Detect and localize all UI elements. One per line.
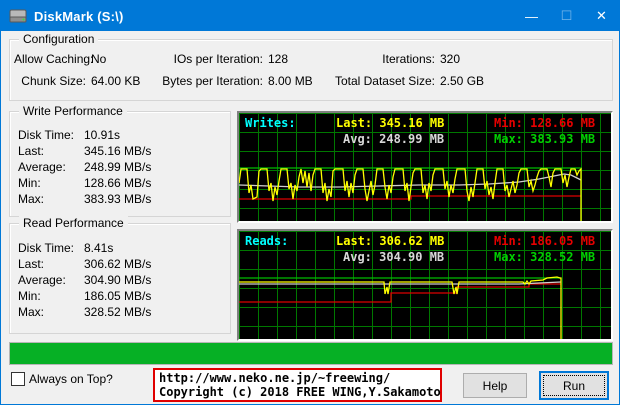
caption-buttons: — ☐ ✕ (514, 1, 619, 31)
write-graph-min: Min: 128.66 MB (494, 116, 596, 130)
config-label: IOs per Iteration: (173, 52, 263, 66)
config-value: 2.50 GB (440, 74, 485, 88)
configuration-legend: Configuration (19, 32, 99, 46)
config-label: Allow Caching: (14, 52, 94, 66)
row-label: Last: (18, 257, 45, 271)
row-label: Max: (18, 305, 45, 319)
config-label: Iterations: (382, 52, 435, 66)
row-label: Min: (18, 289, 41, 303)
config-bytes-per-iteration: Bytes per Iteration: 8.00 MB (133, 74, 312, 88)
always-on-top-checkbox[interactable]: Always on Top? (11, 372, 113, 386)
row-label: Disk Time: (18, 128, 75, 142)
config-allow-caching: Allow Caching:No (14, 52, 106, 66)
write-last-row: Last: 345.16 MB/s (18, 144, 151, 158)
config-iterations: Iterations: 320 (305, 52, 460, 66)
read-max-row: Max: 328.52 MB/s (18, 305, 151, 319)
row-value: 304.90 MB/s (84, 273, 152, 287)
config-value: 128 (268, 52, 289, 66)
write-performance-group: Write Performance Disk Time: 10.91s Last:… (9, 104, 231, 217)
read-graph-min: Min: 186.05 MB (494, 234, 596, 248)
copyright-line: Copyright (c) 2018 FREE WING,Y.Sakamoto (159, 385, 441, 399)
run-button[interactable]: Run (539, 371, 609, 400)
url-line: http://www.neko.ne.jp/~freewing/ (159, 371, 391, 385)
write-disk-time-row: Disk Time: 10.91s (18, 128, 120, 142)
row-label: Min: (18, 176, 41, 190)
write-graph: Writes: Last: 345.16 MB Min: 128.66 MB A… (237, 111, 613, 223)
row-value: 248.99 MB/s (84, 160, 152, 174)
row-value: 10.91s (84, 128, 121, 142)
config-ios-per-iteration: IOs per Iteration: 128 (133, 52, 288, 66)
config-value: No (91, 52, 107, 66)
progress-bar-fill (10, 343, 612, 364)
maximize-button[interactable]: ☐ (549, 1, 584, 31)
author-url-banner[interactable]: http://www.neko.ne.jp/~freewing/ Copyrig… (153, 368, 442, 402)
write-graph-title: Writes: (245, 116, 296, 130)
row-value: 306.62 MB/s (84, 257, 152, 271)
write-max-row: Max: 383.93 MB/s (18, 192, 151, 206)
row-value: 8.41s (84, 241, 114, 255)
always-on-top-label: Always on Top? (29, 372, 113, 386)
row-value: 345.16 MB/s (84, 144, 152, 158)
window-title: DiskMark (S:\) (34, 8, 124, 24)
config-value: 320 (440, 52, 461, 66)
write-average-row: Average: 248.99 MB/s (18, 160, 151, 174)
read-average-row: Average: 304.90 MB/s (18, 273, 151, 287)
write-graph-avg: Avg: 248.99 MB (343, 132, 445, 146)
read-performance-group: Read Performance Disk Time: 8.41s Last: 30… (9, 216, 231, 334)
configuration-group: Configuration Allow Caching:No Chunk Siz… (9, 32, 613, 101)
write-graph-last: Last: 345.16 MB (336, 116, 445, 130)
read-graph-last: Last: 306.62 MB (336, 234, 445, 248)
row-label: Disk Time: (18, 241, 75, 255)
disk-drive-icon (9, 7, 27, 25)
read-min-row: Min: 186.05 MB/s (18, 289, 151, 303)
row-value: 328.52 MB/s (84, 305, 152, 319)
write-min-row: Min: 128.66 MB/s (18, 176, 151, 190)
config-label: Total Dataset Size: (334, 74, 435, 88)
read-performance-legend: Read Performance (19, 216, 128, 230)
write-performance-legend: Write Performance (19, 104, 127, 118)
read-disk-time-row: Disk Time: 8.41s (18, 241, 113, 255)
row-label: Last: (18, 144, 45, 158)
row-label: Average: (18, 160, 66, 174)
write-graph-max: Max: 383.93 MB (494, 132, 596, 146)
config-chunk-size: Chunk Size: 64.00 KB (14, 74, 140, 88)
checkbox-box[interactable] (11, 372, 25, 386)
row-value: 128.66 MB/s (84, 176, 152, 190)
read-graph-title: Reads: (245, 234, 289, 248)
row-value: 383.93 MB/s (84, 192, 152, 206)
config-total-dataset-size: Total Dataset Size: 2.50 GB (305, 74, 484, 88)
config-label: Chunk Size: (21, 74, 86, 88)
titlebar: DiskMark (S:\) — ☐ ✕ (1, 1, 619, 31)
diskmark-window: DiskMark (S:\) — ☐ ✕ Configuration Allow… (0, 0, 620, 405)
minimize-button[interactable]: — (514, 1, 549, 31)
read-graph-max: Max: 328.52 MB (494, 250, 596, 264)
read-last-row: Last: 306.62 MB/s (18, 257, 151, 271)
progress-bar (9, 342, 613, 365)
config-label: Bytes per Iteration: (162, 74, 263, 88)
help-button[interactable]: Help (463, 373, 527, 398)
row-label: Average: (18, 273, 66, 287)
read-graph-avg: Avg: 304.90 MB (343, 250, 445, 264)
row-value: 186.05 MB/s (84, 289, 152, 303)
close-button[interactable]: ✕ (584, 1, 619, 31)
row-label: Max: (18, 192, 45, 206)
read-graph: Reads: Last: 306.62 MB Min: 186.05 MB Av… (237, 229, 613, 341)
